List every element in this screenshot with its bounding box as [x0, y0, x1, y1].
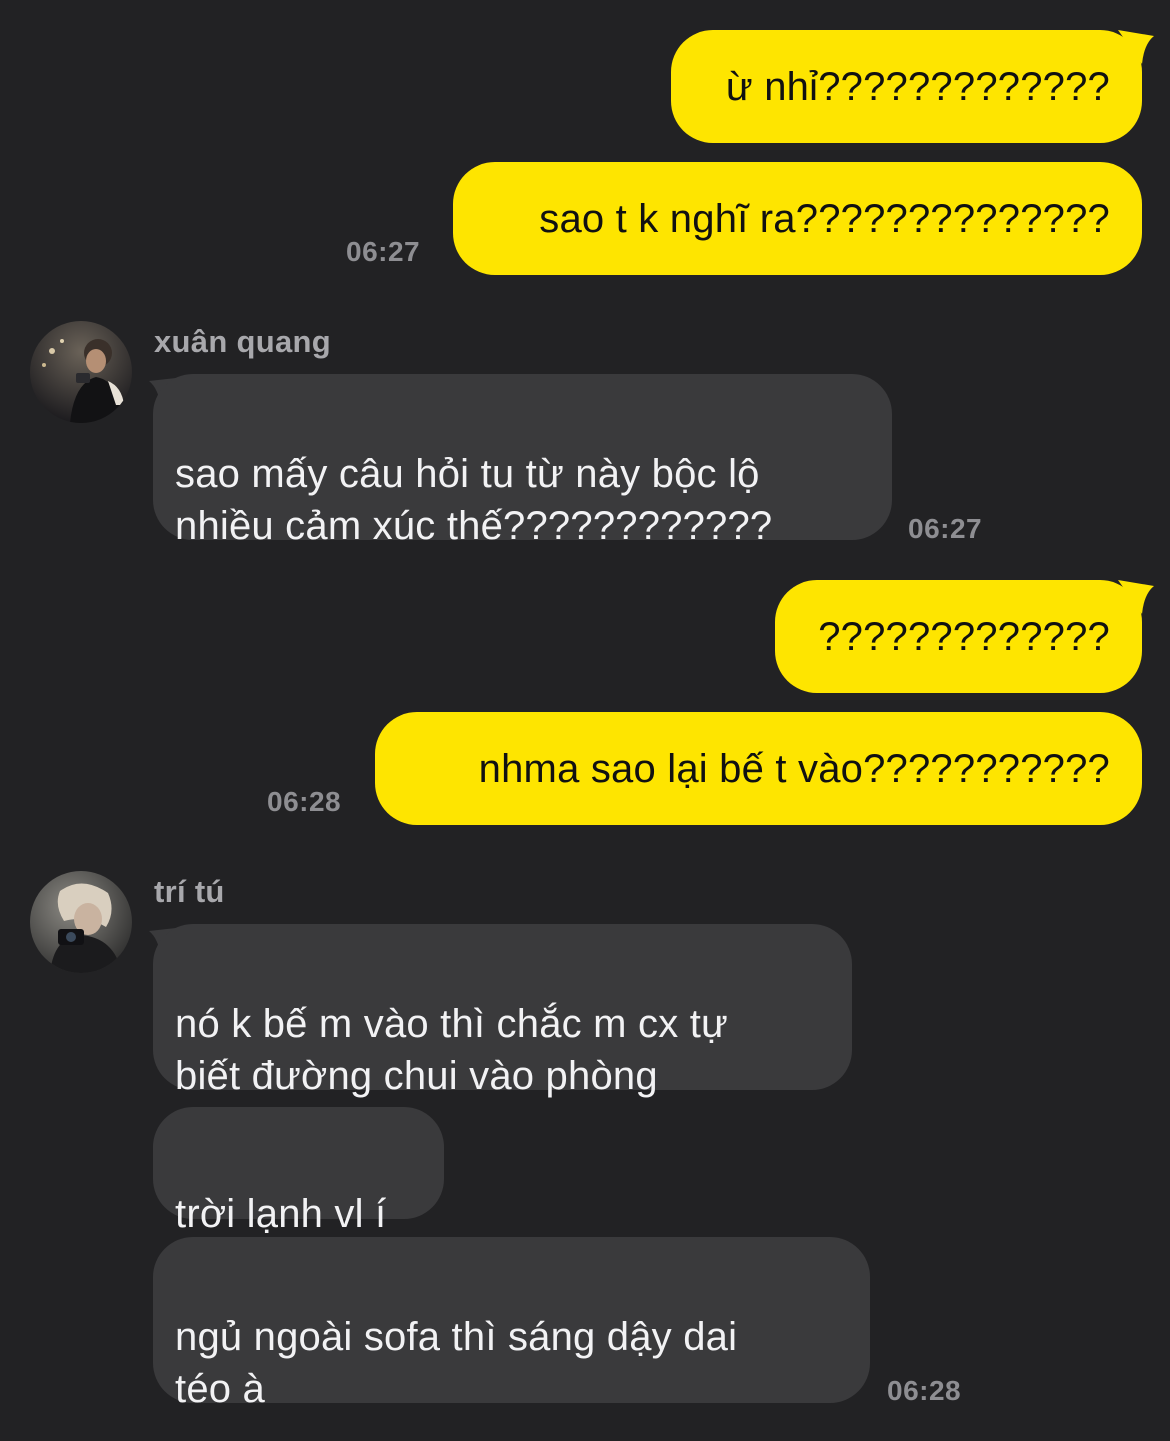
their-message-bubble[interactable]: trời lạnh vl í	[153, 1107, 444, 1236]
bubble-tail	[1118, 30, 1154, 64]
sender-name: trí tú	[154, 874, 225, 909]
message-timestamp: 06:28	[267, 786, 342, 817]
message-text: sao mấy câu hỏi tu từ này bộc lộ nhiều c…	[175, 452, 773, 548]
my-message-bubble[interactable]: ừ nhỉ?????????????	[671, 30, 1142, 143]
their-message-bubble[interactable]: ngủ ngoài sofa thì sáng dậy dai téo à	[153, 1237, 870, 1411]
message-timestamp: 06:27	[346, 236, 421, 267]
message-text: ?????????????	[818, 614, 1110, 659]
message-text: nhma sao lại bế t vào???????????	[478, 746, 1110, 791]
profile-photo-icon	[30, 321, 132, 423]
message-timestamp: 06:27	[908, 513, 983, 544]
message-text: nó k bế m vào thì chắc m cx tự biết đườn…	[175, 1002, 728, 1098]
message-text: trời lạnh vl í	[175, 1192, 387, 1236]
message-text: ngủ ngoài sofa thì sáng dậy dai téo à	[175, 1315, 738, 1411]
message-text: sao t k nghĩ ra??????????????	[539, 196, 1110, 241]
avatar[interactable]	[30, 871, 132, 973]
bubble-tail	[1118, 580, 1154, 614]
message-timestamp: 06:28	[887, 1375, 962, 1406]
their-message-bubble[interactable]: sao mấy câu hỏi tu từ này bộc lộ nhiều c…	[153, 374, 892, 548]
sender-name: xuân quang	[154, 324, 331, 359]
my-message-bubble[interactable]: nhma sao lại bế t vào???????????	[375, 712, 1142, 825]
avatar[interactable]	[30, 321, 132, 423]
their-message-bubble[interactable]: nó k bế m vào thì chắc m cx tự biết đườn…	[153, 924, 852, 1098]
my-message-bubble[interactable]: ?????????????	[775, 580, 1142, 693]
my-message-bubble[interactable]: sao t k nghĩ ra??????????????	[453, 162, 1142, 275]
message-text: ừ nhỉ?????????????	[725, 64, 1110, 109]
profile-photo-icon	[30, 871, 132, 973]
